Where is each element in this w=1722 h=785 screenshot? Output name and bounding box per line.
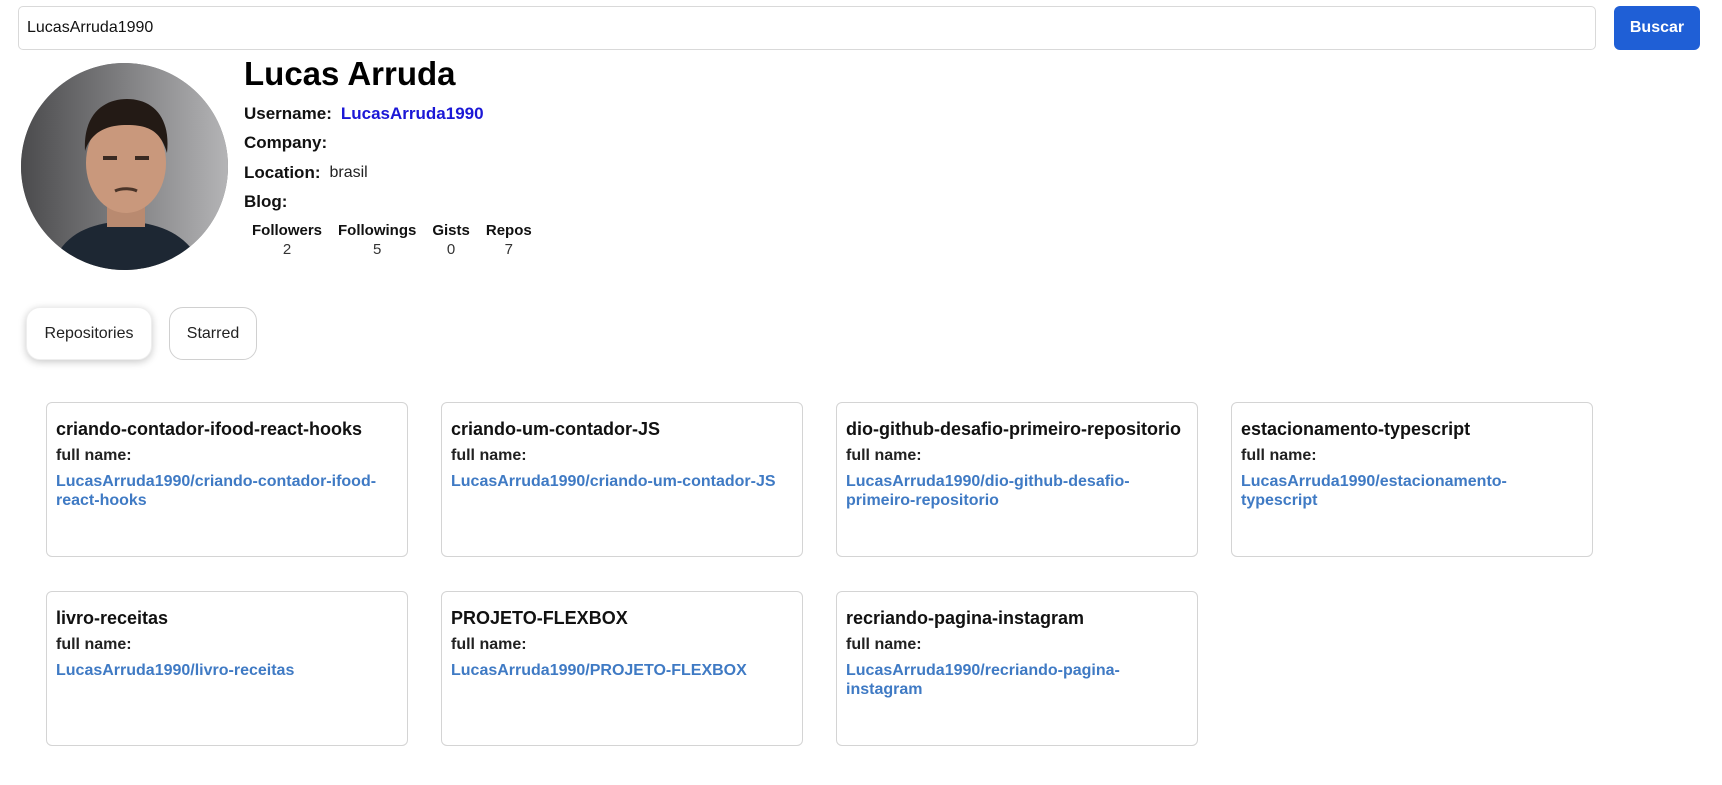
repo-fullname-label: full name: [846, 447, 922, 464]
stat-value: 2 [282, 241, 292, 258]
search-input[interactable] [18, 6, 1596, 50]
repo-card: recriando-pagina-instagram full name: Lu… [836, 591, 1198, 746]
profile-info: Lucas Arruda Username: LucasArruda1990 C… [244, 54, 548, 259]
repo-card: criando-um-contador-JS full name: LucasA… [441, 402, 803, 557]
repo-title: PROJETO-FLEXBOX [451, 608, 628, 628]
stat-label: Followings [338, 222, 417, 239]
username-label: Username: [244, 103, 332, 123]
stat-followers: Followers 2 [252, 221, 322, 259]
location-value: brasil [329, 163, 368, 181]
username-link[interactable]: LucasArruda1990 [341, 104, 484, 124]
repo-link[interactable]: LucasArruda1990/livro-receitas [56, 661, 397, 680]
stat-followings: Followings 5 [338, 221, 416, 259]
repo-fullname-label: full name: [846, 636, 922, 653]
blog-label: Blog: [244, 192, 288, 212]
repo-link[interactable]: LucasArruda1990/criando-um-contador-JS [451, 472, 792, 491]
company-row: Company: [244, 129, 548, 159]
profile-name: Lucas Arruda [244, 55, 456, 92]
stat-value: 7 [504, 241, 513, 258]
repo-title: recriando-pagina-instagram [846, 608, 1085, 628]
repo-fullname-label: full name: [56, 447, 132, 464]
repo-card: criando-contador-ifood-react-hooks full … [46, 402, 408, 557]
repo-link[interactable]: LucasArruda1990/recriando-pagina-instagr… [846, 661, 1187, 699]
repo-link[interactable]: LucasArruda1990/criando-contador-ifood-r… [56, 472, 397, 510]
repo-fullname-label: full name: [451, 636, 527, 653]
stat-label: Repos [485, 222, 532, 239]
stat-value: 5 [373, 241, 382, 258]
repo-card: PROJETO-FLEXBOX full name: LucasArruda19… [441, 591, 803, 746]
repo-fullname-label: full name: [1241, 447, 1317, 464]
stat-repos: Repos 7 [486, 221, 532, 259]
repo-card: dio-github-desafio-primeiro-repositorio … [836, 402, 1198, 557]
stat-value: 0 [446, 241, 456, 258]
repo-title: livro-receitas [56, 608, 169, 628]
repo-card: livro-receitas full name: LucasArruda199… [46, 591, 408, 746]
stat-gists: Gists 0 [432, 221, 470, 259]
repo-title: criando-um-contador-JS [451, 419, 661, 439]
repo-title: estacionamento-typescript [1241, 419, 1471, 439]
location-row: Location: brasil [244, 158, 548, 188]
profile-stats: Followers 2 Followings 5 Gists 0 Repos 7 [252, 221, 548, 259]
avatar [21, 63, 228, 270]
repo-fullname-label: full name: [451, 447, 527, 464]
repo-link[interactable]: LucasArruda1990/dio-github-desafio-prime… [846, 472, 1187, 510]
blog-row: Blog: [244, 188, 548, 218]
repo-link[interactable]: LucasArruda1990/estacionamento-typescrip… [1241, 472, 1582, 510]
stat-label: Followers [252, 222, 323, 239]
repo-grid: criando-contador-ifood-react-hooks full … [46, 402, 1593, 746]
repo-title: criando-contador-ifood-react-hooks [56, 419, 363, 439]
tab-starred[interactable]: Starred [169, 307, 257, 360]
company-label: Company: [244, 133, 328, 153]
location-label: Location: [244, 162, 321, 182]
repo-fullname-label: full name: [56, 636, 132, 653]
username-row: Username: LucasArruda1990 [244, 99, 548, 129]
tab-repositories[interactable]: Repositories [26, 307, 152, 360]
repo-title: dio-github-desafio-primeiro-repositorio [846, 419, 1181, 439]
repo-link[interactable]: LucasArruda1990/PROJETO-FLEXBOX [451, 661, 792, 680]
stat-label: Gists [432, 222, 470, 239]
search-button[interactable]: Buscar [1614, 6, 1700, 50]
repo-card: estacionamento-typescript full name: Luc… [1231, 402, 1593, 557]
